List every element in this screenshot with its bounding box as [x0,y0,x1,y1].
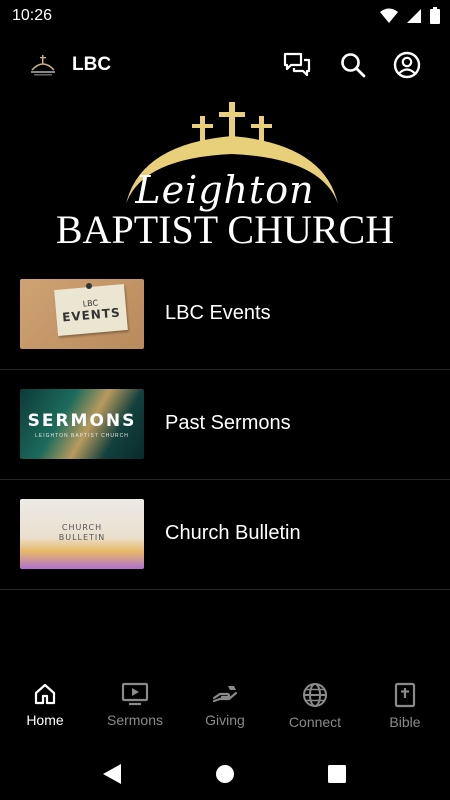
back-button[interactable] [98,760,126,788]
home-system-button[interactable] [211,760,239,788]
nav-label: Connect [288,714,342,730]
banner-church-name-caps: BAPTIST CHURCH [55,207,395,252]
bible-icon [394,682,416,708]
sermons-thumbnail: SERMONS LEIGHTON BAPTIST CHURCH [20,389,144,459]
nav-home[interactable]: Home [0,668,90,748]
recents-button[interactable] [323,760,351,788]
video-icon [121,682,149,706]
list-item-events[interactable]: LBC EVENTS LBC Events [0,260,450,370]
globe-icon [303,683,327,707]
pin-icon [86,283,92,289]
list-item-label: LBC Events [165,302,271,324]
recents-icon [328,765,346,783]
search-button[interactable] [338,50,368,80]
list-item-label: Past Sermons [165,412,291,434]
thumb-small-text: LEIGHTON BAPTIST CHURCH [35,433,129,439]
list-item-label: Church Bulletin [165,522,301,544]
events-note: LBC EVENTS [54,284,128,336]
status-bar: 10:26 [0,0,450,32]
list-item-bulletin[interactable]: CHURCH BULLETIN Church Bulletin [0,480,450,590]
system-nav-bar [0,748,450,800]
church-logo-icon [31,55,55,76]
status-time: 10:26 [12,7,53,24]
bottom-nav: Home Sermons Giving Connect Bible [0,668,450,748]
nav-bible[interactable]: Bible [360,668,450,748]
battery-icon [430,7,440,24]
back-icon [103,764,121,784]
messages-button[interactable] [282,50,312,80]
nav-giving[interactable]: Giving [180,668,270,748]
account-button[interactable] [392,50,422,80]
nav-sermons[interactable]: Sermons [90,668,180,748]
nav-label: Home [26,712,64,728]
chat-icon [283,52,311,77]
list-item-sermons[interactable]: SERMONS LEIGHTON BAPTIST CHURCH Past Ser… [0,370,450,480]
content-list: LBC EVENTS LBC Events SERMONS LEIGHTON B… [0,260,450,590]
app-bar: LBC [0,32,450,100]
giving-icon [212,686,238,703]
thumb-big-text: CHURCH BULLETIN [58,523,106,542]
thumb-big-text: SERMONS [27,411,137,431]
bulletin-thumbnail: CHURCH BULLETIN [20,499,144,569]
events-thumbnail: LBC EVENTS [20,279,144,349]
nav-connect[interactable]: Connect [270,668,360,748]
signal-icon [407,8,421,23]
account-icon [393,51,421,79]
home-icon [34,683,56,705]
search-icon [341,53,366,78]
status-icons [380,7,440,24]
nav-label: Sermons [106,712,164,728]
thumb-big-text: EVENTS [61,304,122,325]
nav-label: Giving [205,712,245,728]
app-title: LBC [72,54,112,75]
nav-label: Bible [389,714,421,730]
home-circle-icon [216,765,234,783]
church-banner: Leighton BAPTIST CHURCH [0,100,450,260]
wifi-icon [380,8,398,23]
